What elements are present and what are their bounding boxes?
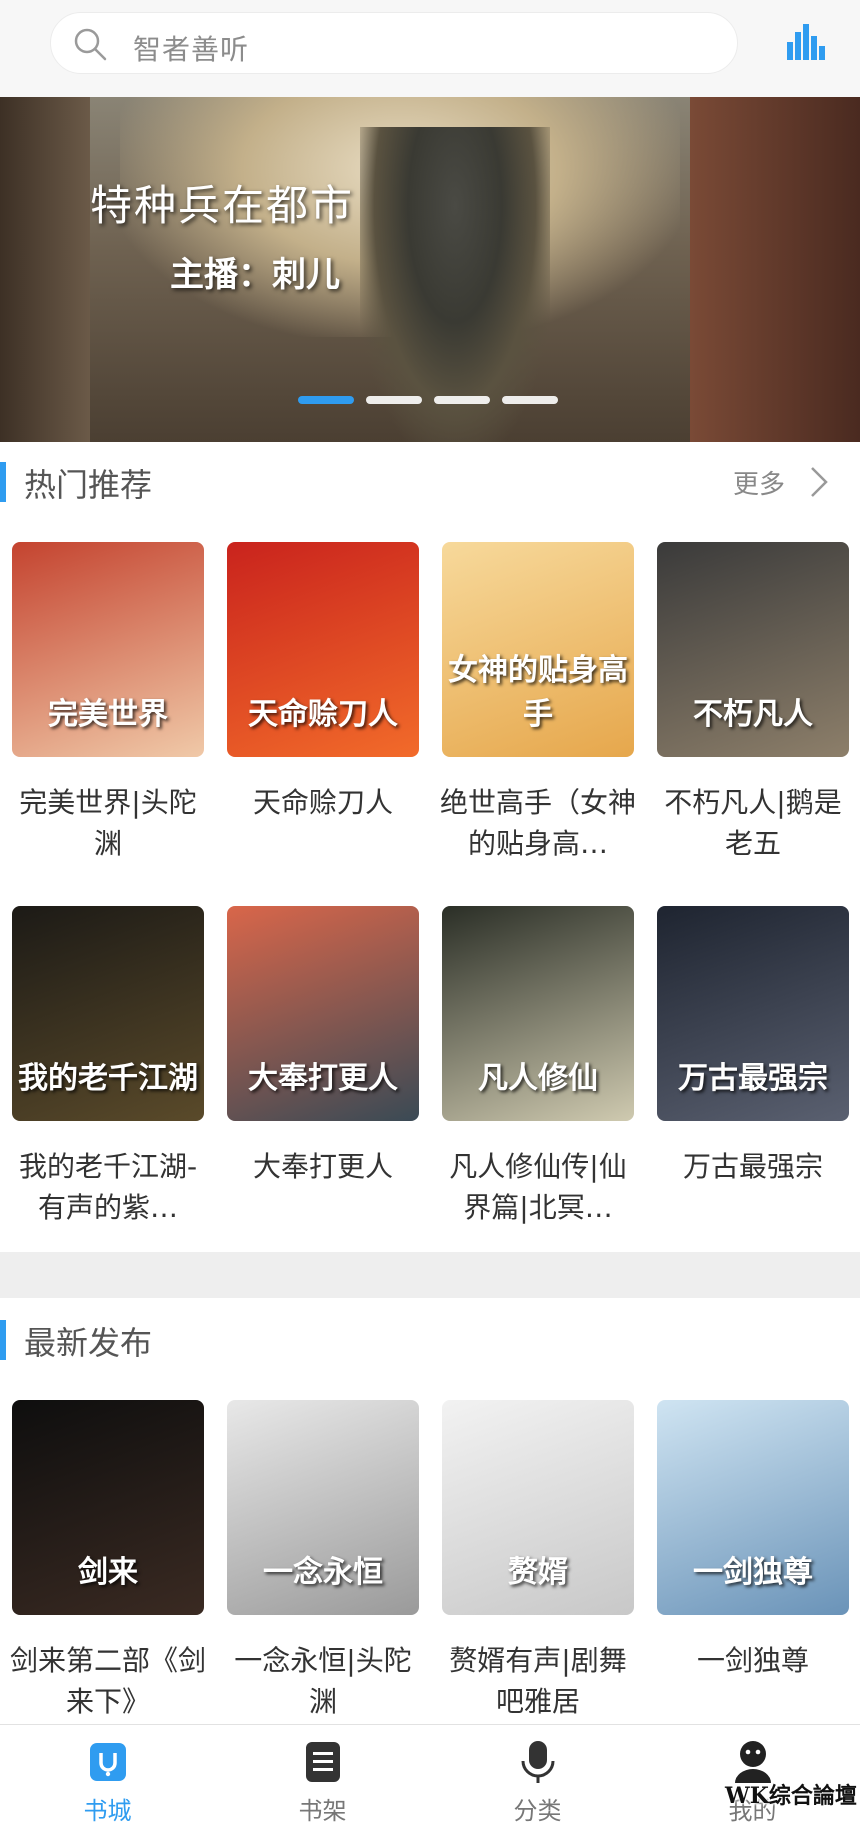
nav-label: 分类 — [513, 1797, 562, 1825]
book-cover[interactable]: 完美世界 — [12, 542, 204, 757]
book-title[interactable]: 天命赊刀人 — [221, 782, 425, 823]
banner-title: 特种兵在都市 — [90, 181, 355, 230]
book-cover[interactable]: 赘婿 — [442, 1400, 634, 1615]
section-title: 最新发布 — [24, 1324, 153, 1362]
book-title[interactable]: 赘婿有声|剧舞吧雅居 — [436, 1640, 640, 1722]
chart-icon[interactable] — [785, 20, 825, 62]
carousel-dot[interactable] — [434, 396, 490, 404]
book-title[interactable]: 剑来第二部《剑来下》 — [6, 1640, 210, 1722]
watermark: WK综合論壇 — [725, 1783, 857, 1809]
bookshelf-icon — [306, 1742, 340, 1782]
banner-building-left — [0, 97, 90, 442]
book-cover-title: 赘婿 — [508, 1555, 568, 1590]
book-title[interactable]: 大奉打更人 — [221, 1146, 425, 1187]
book-cover-title: 一念永恒 — [263, 1555, 383, 1590]
section-divider — [0, 1252, 860, 1298]
nav-label: 书架 — [298, 1797, 347, 1825]
nav-label: 书城 — [83, 1797, 132, 1825]
book-title[interactable]: 万古最强宗 — [651, 1146, 855, 1187]
nav-item-0[interactable]: 书城 — [0, 1725, 215, 1829]
section-header-hot: 热门推荐 更多 — [0, 442, 860, 522]
section-accent-bar — [0, 1320, 6, 1360]
book-cover-title: 完美世界 — [48, 697, 168, 732]
nav-item-2[interactable]: 分类 — [430, 1725, 645, 1829]
book-cover[interactable]: 一念永恒 — [227, 1400, 419, 1615]
banner-carousel[interactable]: 特种兵在都市 主播：刺儿 — [0, 97, 860, 442]
book-cover[interactable]: 不朽凡人 — [657, 542, 849, 757]
book-title[interactable]: 凡人修仙传|仙界篇|北冥… — [436, 1146, 640, 1228]
book-cover[interactable]: 天命赊刀人 — [227, 542, 419, 757]
book-cover-title: 剑来 — [78, 1555, 138, 1590]
search-placeholder: 智者善听 — [133, 33, 250, 66]
book-title[interactable]: 不朽凡人|鹅是老五 — [651, 782, 855, 864]
carousel-dot[interactable] — [298, 396, 354, 404]
carousel-dot[interactable] — [502, 396, 558, 404]
top-bar: 智者善听 — [0, 0, 860, 97]
store-icon — [90, 1743, 126, 1781]
book-title[interactable]: 绝世高手（女神的贴身高… — [436, 782, 640, 864]
book-cover[interactable]: 万古最强宗 — [657, 906, 849, 1121]
book-cover[interactable]: 剑来 — [12, 1400, 204, 1615]
nav-item-3[interactable]: 我的 — [645, 1725, 860, 1829]
book-cover-title: 不朽凡人 — [693, 697, 813, 732]
book-cover-title: 大奉打更人 — [248, 1061, 398, 1096]
carousel-dot[interactable] — [366, 396, 422, 404]
book-cover-title: 凡人修仙 — [478, 1061, 598, 1096]
carousel-indicators — [298, 396, 558, 404]
book-title[interactable]: 一剑独尊 — [651, 1640, 855, 1681]
book-title[interactable]: 一念永恒|头陀渊 — [221, 1640, 425, 1722]
section-accent-bar — [0, 462, 6, 502]
book-cover-title: 女神的贴身高手 — [448, 653, 628, 732]
book-cover-title: 天命赊刀人 — [248, 697, 398, 732]
microphone-icon — [521, 1741, 555, 1783]
chevron-right-icon[interactable] — [808, 462, 830, 502]
book-cover-title: 一剑独尊 — [693, 1555, 813, 1590]
book-cover-title: 万古最强宗 — [678, 1061, 828, 1096]
book-cover[interactable]: 一剑独尊 — [657, 1400, 849, 1615]
search-bar[interactable]: 智者善听 — [50, 12, 738, 74]
banner-host: 主播：刺儿 — [170, 255, 340, 295]
search-icon — [74, 28, 107, 61]
more-link[interactable]: 更多 — [733, 464, 785, 501]
bottom-nav: 书城 书架 分类 我的 — [0, 1724, 860, 1829]
section-title: 热门推荐 — [24, 466, 153, 504]
book-cover[interactable]: 凡人修仙 — [442, 906, 634, 1121]
nav-item-1[interactable]: 书架 — [215, 1725, 430, 1829]
book-cover-title: 我的老千江湖 — [18, 1061, 198, 1096]
book-cover[interactable]: 大奉打更人 — [227, 906, 419, 1121]
book-cover[interactable]: 女神的贴身高手 — [442, 542, 634, 757]
book-title[interactable]: 完美世界|头陀渊 — [6, 782, 210, 864]
banner-soldier-image — [360, 127, 550, 442]
book-cover[interactable]: 我的老千江湖 — [12, 906, 204, 1121]
banner-building-right — [690, 97, 860, 442]
section-header-new: 最新发布 — [0, 1300, 860, 1380]
book-title[interactable]: 我的老千江湖-有声的紫… — [6, 1146, 210, 1228]
